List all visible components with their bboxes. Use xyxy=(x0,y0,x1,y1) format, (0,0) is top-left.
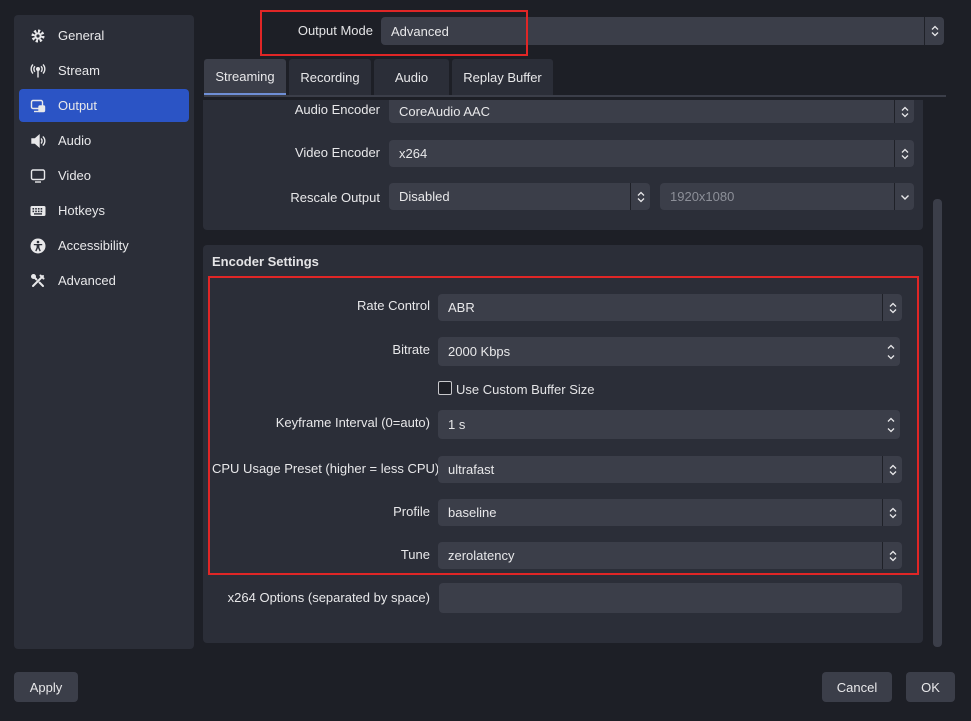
cpu-preset-label: CPU Usage Preset (higher = less CPU) xyxy=(212,461,440,476)
up-down-chevron-icon xyxy=(894,100,914,123)
speaker-icon xyxy=(30,133,46,149)
tune-select[interactable]: zerolatency xyxy=(438,542,902,569)
sidebar-item-label: General xyxy=(58,28,105,43)
tab-audio[interactable]: Audio xyxy=(374,59,449,95)
cpu-preset-value: ultrafast xyxy=(448,462,495,477)
antenna-icon xyxy=(30,63,46,79)
spin-arrows-icon[interactable] xyxy=(881,337,900,366)
accessibility-icon xyxy=(30,238,46,254)
monitor-icon xyxy=(30,168,46,184)
rescale-resolution-select[interactable]: 1920x1080 xyxy=(660,183,914,210)
up-down-chevron-icon xyxy=(630,183,650,210)
rescale-resolution-value: 1920x1080 xyxy=(670,189,735,204)
up-down-chevron-icon xyxy=(924,17,944,45)
keyboard-icon xyxy=(30,203,46,219)
sidebar-item-label: Advanced xyxy=(58,273,116,288)
sidebar-item-hotkeys[interactable]: Hotkeys xyxy=(19,194,189,227)
audio-encoder-select[interactable]: CoreAudio AAC xyxy=(389,100,914,123)
tune-label: Tune xyxy=(400,547,430,562)
bitrate-label: Bitrate xyxy=(392,342,430,357)
bitrate-value: 2000 Kbps xyxy=(448,344,511,359)
ok-button[interactable]: OK xyxy=(906,672,955,702)
output-mode-select[interactable]: Advanced xyxy=(381,17,944,45)
sidebar-item-audio[interactable]: Audio xyxy=(19,124,189,157)
keyframe-interval-value: 1 s xyxy=(448,417,466,432)
custom-buffer-label: Use Custom Buffer Size xyxy=(456,382,595,397)
video-encoder-value: x264 xyxy=(399,146,428,161)
up-down-chevron-icon xyxy=(882,294,902,321)
settings-sidebar: General Stream Output Audio Video Hotkey… xyxy=(14,15,194,649)
rescale-output-select[interactable]: Disabled xyxy=(389,183,650,210)
sidebar-item-label: Stream xyxy=(58,63,100,78)
up-down-chevron-icon xyxy=(882,542,902,569)
spin-arrows-icon[interactable] xyxy=(881,410,900,439)
keyframe-interval-spinbox[interactable]: 1 s xyxy=(438,410,900,439)
sidebar-item-label: Hotkeys xyxy=(58,203,105,218)
scrollbar[interactable] xyxy=(933,199,942,647)
apply-button[interactable]: Apply xyxy=(14,672,78,702)
rescale-output-value: Disabled xyxy=(399,189,450,204)
gear-icon xyxy=(30,28,46,44)
video-encoder-select[interactable]: x264 xyxy=(389,140,914,167)
tab-replay-buffer[interactable]: Replay Buffer xyxy=(452,59,553,95)
audio-encoder-label: Audio Encoder xyxy=(294,102,380,117)
sidebar-item-video[interactable]: Video xyxy=(19,159,189,192)
tab-streaming[interactable]: Streaming xyxy=(204,59,286,95)
rate-control-label: Rate Control xyxy=(357,298,430,313)
rescale-output-label: Rescale Output xyxy=(290,190,380,205)
tab-recording[interactable]: Recording xyxy=(289,59,371,95)
up-down-chevron-icon xyxy=(882,456,902,483)
sidebar-item-advanced[interactable]: Advanced xyxy=(19,264,189,297)
sidebar-item-stream[interactable]: Stream xyxy=(19,54,189,87)
encoder-settings-title: Encoder Settings xyxy=(212,254,319,269)
sidebar-item-label: Accessibility xyxy=(58,238,129,253)
tab-divider xyxy=(204,95,946,97)
sidebar-item-general[interactable]: General xyxy=(19,19,189,52)
video-encoder-label: Video Encoder xyxy=(294,145,380,160)
profile-select[interactable]: baseline xyxy=(438,499,902,526)
x264-options-input[interactable] xyxy=(439,583,902,613)
tools-icon xyxy=(30,273,46,289)
sidebar-item-output[interactable]: Output xyxy=(19,89,189,122)
sidebar-item-label: Video xyxy=(58,168,92,183)
profile-label: Profile xyxy=(393,504,430,519)
output-mode-label: Output Mode xyxy=(297,23,373,38)
sidebar-item-label: Output xyxy=(58,98,98,113)
x264-options-label: x264 Options (separated by space) xyxy=(227,590,430,605)
rate-control-value: ABR xyxy=(448,300,475,315)
chevron-down-icon xyxy=(894,183,914,210)
custom-buffer-checkbox[interactable] xyxy=(438,381,452,395)
up-down-chevron-icon xyxy=(894,140,914,167)
output-icon xyxy=(30,98,46,114)
cpu-preset-select[interactable]: ultrafast xyxy=(438,456,902,483)
rate-control-select[interactable]: ABR xyxy=(438,294,902,321)
keyframe-interval-label: Keyframe Interval (0=auto) xyxy=(275,415,430,430)
output-mode-value: Advanced xyxy=(391,23,449,39)
bitrate-spinbox[interactable]: 2000 Kbps xyxy=(438,337,900,366)
sidebar-item-label: Audio xyxy=(58,133,92,148)
sidebar-item-accessibility[interactable]: Accessibility xyxy=(19,229,189,262)
profile-value: baseline xyxy=(448,505,497,520)
cancel-button[interactable]: Cancel xyxy=(822,672,892,702)
up-down-chevron-icon xyxy=(882,499,902,526)
audio-encoder-value: CoreAudio AAC xyxy=(399,104,491,119)
tune-value: zerolatency xyxy=(448,548,515,563)
